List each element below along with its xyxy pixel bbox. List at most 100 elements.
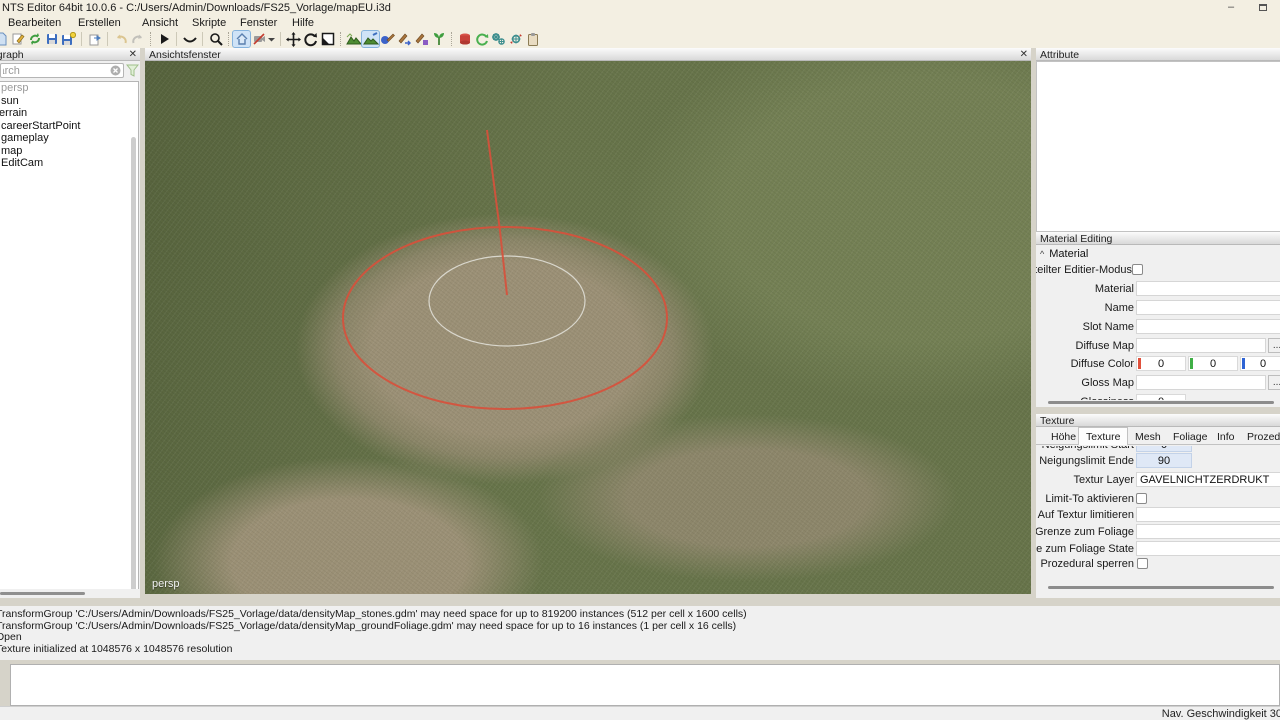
attribute-panel: Attribute [1036, 48, 1280, 232]
export-icon[interactable] [86, 31, 103, 47]
texture-horizontal-scrollbar[interactable] [1048, 586, 1274, 589]
name-label: Name [1104, 302, 1134, 314]
terrain-detail-icon[interactable] [413, 31, 430, 47]
tree-item-careerstartpoint[interactable]: careerStartPoint [0, 120, 138, 133]
menu-hilfe[interactable]: Hilfe [290, 17, 316, 29]
collapse-icon: ^ [1040, 249, 1045, 259]
close-icon[interactable]: ✕ [1020, 49, 1028, 60]
minimize-button[interactable]: – [1220, 1, 1242, 15]
tree-item-gameplay[interactable]: gameplay [0, 132, 138, 145]
terrain-paint-icon[interactable] [379, 31, 396, 47]
tree-item-sun[interactable]: sun [0, 95, 138, 108]
scrollbar-thumb[interactable] [0, 592, 85, 595]
slope-start-label: Neigungslimit Start [1042, 446, 1134, 451]
foliage-paint-icon[interactable] [430, 31, 447, 47]
diffuse-map-browse-button[interactable]: ... [1268, 338, 1280, 353]
slope-end-value: 90 [1157, 455, 1171, 467]
material-editing-panel: Material Editing ^ Material Geteilter Edi… [1036, 232, 1280, 407]
clear-search-icon[interactable] [110, 65, 121, 76]
undo-icon[interactable] [112, 31, 129, 47]
filter-funnel-icon[interactable] [126, 64, 139, 77]
terrain-smooth-icon[interactable] [361, 30, 380, 48]
refresh-green-icon[interactable] [473, 31, 490, 47]
material-horizontal-scrollbar[interactable] [1048, 401, 1274, 404]
new-icon[interactable] [0, 31, 9, 47]
zoom-icon[interactable] [207, 31, 224, 47]
menu-bearbeiten[interactable]: Bearbeiten [6, 17, 63, 29]
clipboard-icon[interactable] [524, 31, 541, 47]
menu-erstellen[interactable]: Erstellen [76, 17, 123, 29]
tree-item-persp[interactable]: persp [0, 82, 138, 95]
frame-home-icon[interactable] [232, 30, 251, 48]
foliage-state-border-field[interactable] [1136, 541, 1280, 556]
material-field[interactable] [1136, 281, 1280, 296]
redo-icon[interactable] [129, 31, 146, 47]
procedural-lock-checkbox[interactable] [1137, 558, 1148, 569]
scenegraph-tree[interactable]: persp sun terrain careerStartPoint gamep… [0, 81, 139, 598]
log-line: TransformGroup 'C:/Users/Admin/Downloads… [0, 619, 737, 632]
gears-icon[interactable] [490, 31, 507, 47]
slope-end-field[interactable]: 90 [1136, 453, 1192, 468]
tree-item-terrain[interactable]: terrain [0, 107, 138, 120]
database-red-icon[interactable] [456, 31, 473, 47]
diffuse-b-field[interactable]: 0 [1240, 356, 1280, 371]
camera-dropdown-icon[interactable] [267, 31, 276, 47]
tab-mesh[interactable]: Mesh [1128, 429, 1168, 445]
glossiness-label: Glossiness [1080, 396, 1134, 400]
tree-item-editcam[interactable]: EditCam [0, 157, 138, 170]
slot-name-field[interactable] [1136, 319, 1280, 334]
menu-fenster[interactable]: Fenster [238, 17, 279, 29]
rotate-icon[interactable] [302, 31, 319, 47]
menu-ansicht[interactable]: Ansicht [140, 17, 180, 29]
diffuse-color-label: Diffuse Color [1070, 358, 1134, 370]
diffuse-map-label: Diffuse Map [1075, 340, 1135, 352]
save-icon[interactable] [43, 31, 60, 47]
viewport-3d-view[interactable]: persp [145, 61, 1031, 594]
gear-sync-icon[interactable] [507, 31, 524, 47]
gloss-map-field[interactable] [1136, 375, 1266, 390]
terrain-sculpt-icon[interactable] [345, 31, 362, 47]
reload-icon[interactable] [26, 31, 43, 47]
limit-to-checkbox[interactable] [1136, 493, 1147, 504]
menu-bar: Bearbeiten Erstellen Ansicht Skripte Fen… [0, 16, 1280, 30]
move-icon[interactable] [285, 31, 302, 47]
save-as-icon[interactable] [60, 31, 77, 47]
texture-layer-field[interactable]: GAVELNICHTZERDRUKT [1136, 472, 1280, 487]
camera-off-icon[interactable] [250, 31, 267, 47]
script-console-input[interactable] [10, 664, 1280, 706]
tab-prozedurale-platzierung[interactable]: Prozedurale Platzier [1240, 429, 1280, 445]
texture-panel: Texture Höhe Texture Mesh Foliage Info P… [1036, 414, 1280, 598]
name-field[interactable] [1136, 300, 1280, 315]
tab-texture[interactable]: Texture [1078, 427, 1129, 445]
tree-item-map[interactable]: map [0, 145, 138, 158]
glossiness-field[interactable]: 0 [1136, 394, 1186, 400]
gloss-map-browse-button[interactable]: ... [1268, 375, 1280, 390]
tree-vertical-scrollbar[interactable] [131, 137, 136, 597]
toolbar-separator [228, 32, 229, 46]
menu-skripte[interactable]: Skripte [190, 17, 228, 29]
close-icon[interactable]: ✕ [129, 49, 137, 60]
shared-edit-checkbox[interactable] [1132, 264, 1143, 275]
diffuse-r-field[interactable]: 0 [1136, 356, 1186, 371]
texture-title-bar: Texture [1036, 414, 1280, 427]
tab-foliage[interactable]: Foliage [1166, 429, 1214, 445]
scale-icon[interactable] [319, 31, 336, 47]
foliage-border-field[interactable] [1136, 524, 1280, 539]
foliage-state-border-label: Grenze zum Foliage State [1036, 543, 1134, 555]
viewport-panel: Ansichtsfenster ✕ persp [145, 48, 1031, 594]
limit-texture-field[interactable] [1136, 507, 1280, 522]
tab-info[interactable]: Info [1210, 429, 1242, 445]
slope-start-field[interactable]: 0 [1136, 446, 1192, 452]
diffuse-map-field[interactable] [1136, 338, 1266, 353]
search-input[interactable] [0, 63, 124, 78]
diffuse-b-value: 0 [1259, 358, 1267, 370]
viewport-title-bar: Ansichtsfenster ✕ [145, 48, 1031, 61]
tree-horizontal-scrollbar[interactable] [0, 589, 139, 598]
edit-icon[interactable] [9, 31, 26, 47]
curve-icon[interactable] [181, 31, 198, 47]
material-section-header[interactable]: ^ Material [1040, 248, 1088, 260]
maximize-button[interactable] [1252, 1, 1274, 15]
diffuse-g-field[interactable]: 0 [1188, 356, 1238, 371]
play-icon[interactable] [155, 31, 172, 47]
terrain-slope-icon[interactable] [396, 31, 413, 47]
